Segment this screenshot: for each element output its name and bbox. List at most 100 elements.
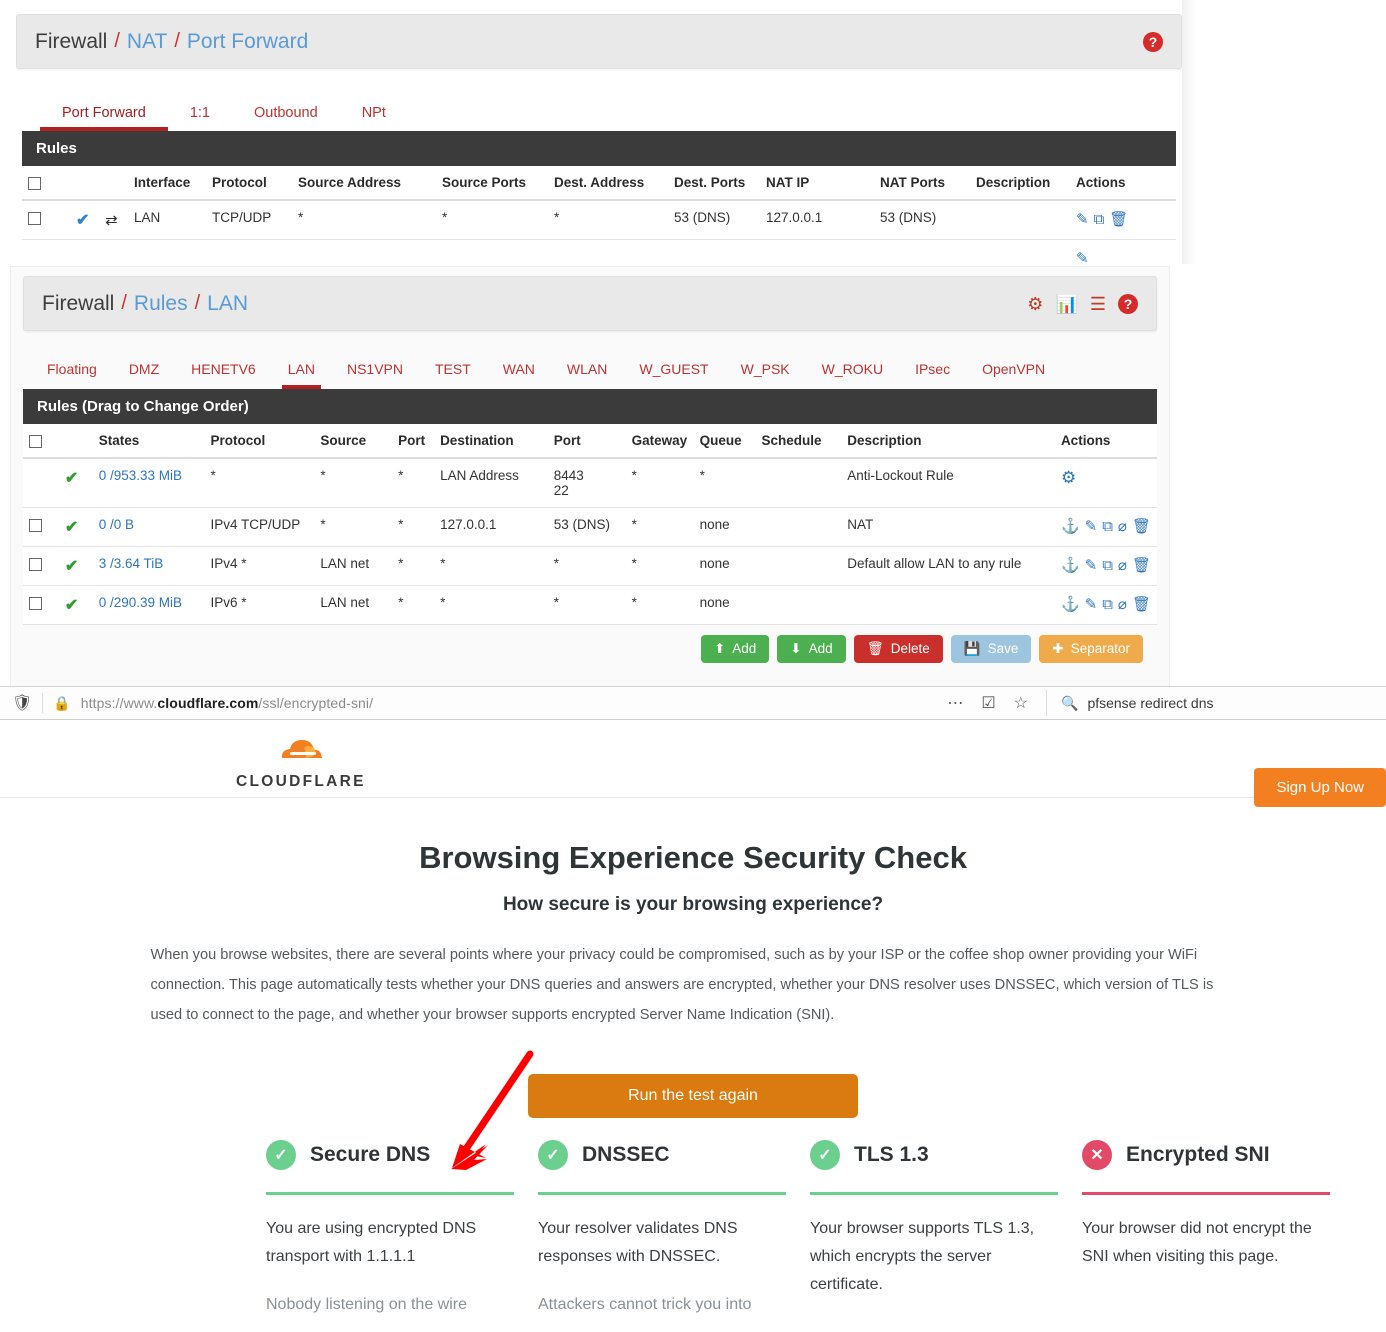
row-checkbox[interactable]: [28, 211, 41, 225]
tab-w-roku[interactable]: W_ROKU: [806, 351, 899, 389]
tab-openvpn[interactable]: OpenVPN: [966, 351, 1061, 389]
table-row[interactable]: ✔ 0 /290.39 MiB IPv6 * LAN net * * * * n…: [23, 585, 1157, 625]
tab-port-forward[interactable]: Port Forward: [40, 97, 168, 131]
disable-icon[interactable]: ⌀: [1118, 595, 1127, 613]
trash-icon[interactable]: 🗑: [1132, 595, 1151, 613]
edit-pencil-icon[interactable]: ✎: [1085, 517, 1098, 535]
sign-up-now-button[interactable]: Sign Up Now: [1254, 768, 1386, 807]
add-down-button[interactable]: ⬇ Add: [777, 635, 846, 663]
col-dest-address: Dest. Address: [548, 166, 668, 201]
delete-button[interactable]: 🗑 Delete: [853, 635, 943, 663]
card-tls-13: ✓ TLS 1.3 Your browser supports TLS 1.3,…: [810, 1140, 1058, 1319]
edit-pencil-icon[interactable]: ✎: [1085, 556, 1098, 574]
row1-schedule: [755, 507, 842, 547]
trash-icon[interactable]: 🗑: [1132, 556, 1151, 574]
sliders-icon[interactable]: ⚙︎: [1027, 295, 1043, 313]
tab-wan[interactable]: WAN: [487, 351, 551, 389]
copy-icon[interactable]: ⧉: [1094, 211, 1105, 228]
tab-1-to-1[interactable]: 1:1: [168, 97, 232, 131]
table-row-partial[interactable]: ✎: [22, 239, 1176, 264]
rule-pass-check-icon: ✔: [64, 558, 79, 575]
check-circle-icon: ✓: [266, 1140, 296, 1170]
col-rules-queue: Queue: [693, 424, 756, 459]
add-up-button[interactable]: ⬆ Add: [700, 635, 770, 663]
anchor-icon[interactable]: ⚓: [1061, 595, 1080, 613]
row1-protocol: IPv4 TCP/UDP: [204, 507, 315, 547]
row0-queue: *: [693, 458, 756, 508]
tab-wlan[interactable]: WLAN: [551, 351, 623, 389]
trash-icon[interactable]: 🗑: [1109, 210, 1128, 228]
tab-lan[interactable]: LAN: [272, 351, 331, 389]
rules-select-all-checkbox[interactable]: [29, 434, 42, 448]
tab-w-guest[interactable]: W_GUEST: [623, 351, 724, 389]
separator-button[interactable]: ✚ Separator: [1039, 635, 1143, 663]
table-row[interactable]: ✔ ⇄ LAN TCP/UDP * * * 53 (DNS) 127.0.0.1…: [22, 200, 1176, 240]
row3-checkbox[interactable]: [29, 596, 42, 610]
tab-ns1vpn[interactable]: NS1VPN: [331, 351, 419, 389]
shield-icon[interactable]: 🛡: [12, 693, 32, 713]
table-row[interactable]: ✔ 0 /0 B IPv4 TCP/UDP * * 127.0.0.1 53 (…: [23, 507, 1157, 547]
pocket-icon[interactable]: ☑: [981, 693, 995, 713]
copy-icon[interactable]: ⧉: [1102, 518, 1113, 535]
edit-pencil-icon[interactable]: ✎: [1085, 595, 1098, 613]
copy-icon[interactable]: ⧉: [1102, 557, 1113, 574]
breadcrumb-port-forward-link[interactable]: Port Forward: [187, 30, 308, 54]
disable-icon[interactable]: ⌀: [1118, 517, 1127, 535]
search-input[interactable]: pfsense redirect dns: [1087, 695, 1213, 711]
row3-states-link[interactable]: 0 /290.39 MiB: [99, 595, 182, 610]
edit-pencil-icon-2[interactable]: ✎: [1076, 249, 1089, 264]
search-icon: 🔍: [1061, 694, 1079, 711]
cell-source-ports: *: [436, 200, 548, 240]
ellipsis-icon[interactable]: ⋯: [947, 693, 963, 713]
lock-icon[interactable]: 🔒: [53, 695, 70, 712]
add-down-label: Add: [808, 641, 833, 656]
rules-breadcrumb-sep: /: [121, 292, 127, 314]
table-row[interactable]: ✔ 0 /953.33 MiB * * * LAN Address 8443 2…: [23, 458, 1157, 508]
cloudflare-logo[interactable]: CLOUDFLARE: [236, 732, 364, 791]
rules-breadcrumb-lan-link[interactable]: LAN: [207, 292, 248, 316]
breadcrumb-nat-link[interactable]: NAT: [127, 30, 167, 54]
help-icon[interactable]: ?: [1143, 31, 1163, 52]
save-button[interactable]: 💾 Save: [950, 635, 1032, 663]
tab-henetv6[interactable]: HENETV6: [175, 351, 272, 389]
card-body: Your browser did not encrypt the SNI whe…: [1082, 1220, 1312, 1265]
disable-icon[interactable]: ⌀: [1118, 556, 1127, 574]
col-rules-actions: Actions: [1054, 424, 1157, 459]
bar-chart-icon[interactable]: 📊: [1055, 295, 1077, 313]
row2-protocol: IPv4 *: [204, 546, 315, 586]
trash-icon[interactable]: 🗑: [1132, 517, 1151, 535]
rules-breadcrumb-rules-link[interactable]: Rules: [134, 292, 188, 316]
log-icon[interactable]: ☰: [1090, 295, 1106, 313]
address-bar[interactable]: https://www.cloudflare.com/ssl/encrypted…: [81, 695, 373, 711]
row-select-cell: [22, 200, 70, 240]
rule-enabled-check-icon[interactable]: ✔: [76, 212, 89, 229]
row2-checkbox[interactable]: [29, 557, 42, 571]
anchor-icon[interactable]: ⚓: [1061, 517, 1080, 535]
tab-test[interactable]: TEST: [419, 351, 487, 389]
tab-npt[interactable]: NPt: [340, 97, 408, 131]
row1-checkbox[interactable]: [29, 518, 42, 532]
row2-gateway: *: [625, 546, 694, 586]
tab-dmz[interactable]: DMZ: [113, 351, 175, 389]
run-test-again-button[interactable]: Run the test again: [528, 1074, 858, 1118]
anchor-icon[interactable]: ⚓: [1061, 556, 1080, 574]
search-bar[interactable]: 🔍 pfsense redirect dns: [1046, 690, 1376, 716]
tab-outbound[interactable]: Outbound: [232, 97, 340, 131]
row0-states-link[interactable]: 0 /953.33 MiB: [99, 468, 182, 483]
gear-icon[interactable]: ⚙: [1061, 468, 1076, 488]
tab-w-psk[interactable]: W_PSK: [725, 351, 806, 389]
star-icon[interactable]: ☆: [1014, 693, 1028, 713]
tab-floating[interactable]: Floating: [31, 351, 113, 389]
save-icon: 💾: [963, 641, 981, 656]
rules-help-icon[interactable]: ?: [1118, 293, 1138, 314]
edit-pencil-icon[interactable]: ✎: [1076, 210, 1089, 228]
row2-states-link[interactable]: 3 /3.64 TiB: [99, 556, 164, 571]
rule-pass-check-icon: ✔: [64, 470, 79, 487]
select-all-checkbox[interactable]: [28, 176, 41, 190]
tab-ipsec[interactable]: IPsec: [899, 351, 966, 389]
card-body: Your resolver validates DNS responses wi…: [538, 1220, 738, 1265]
table-row[interactable]: ✔ 3 /3.64 TiB IPv4 * LAN net * * * * non…: [23, 546, 1157, 586]
row1-states-link[interactable]: 0 /0 B: [99, 517, 134, 532]
row2-schedule: [755, 546, 842, 586]
copy-icon[interactable]: ⧉: [1102, 596, 1113, 613]
